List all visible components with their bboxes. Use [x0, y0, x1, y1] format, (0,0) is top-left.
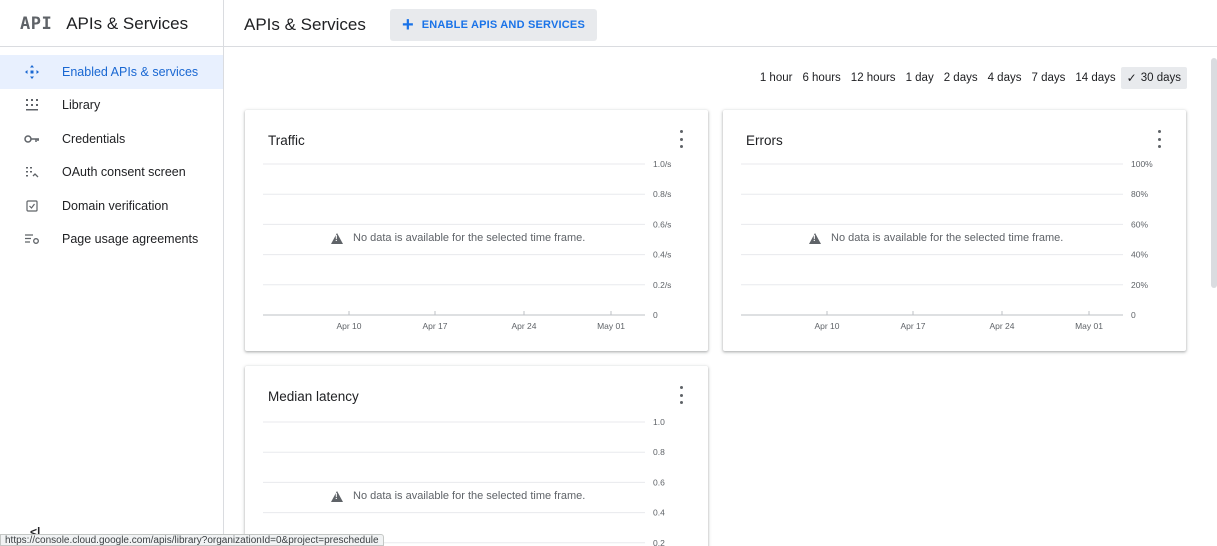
library-icon — [24, 97, 40, 113]
check-icon: ✓ — [1126, 71, 1137, 85]
enable-apis-button[interactable]: + ENABLE APIS AND SERVICES — [390, 9, 597, 41]
y-tick-label: 0 — [1131, 310, 1136, 320]
x-tick-label: May 01 — [1075, 321, 1103, 331]
time-range-30-days[interactable]: ✓ 30 days — [1120, 67, 1187, 89]
x-tick-label: Apr 17 — [900, 321, 925, 331]
time-range-4-days[interactable]: 4 days — [983, 67, 1027, 89]
x-tick-label: Apr 10 — [814, 321, 839, 331]
y-tick-label: 0 — [653, 310, 658, 320]
errors-chart: 100% 80% 60% 40% 20% 0 Apr 10 Apr 17 Apr 24 May 0… — [741, 159, 1153, 331]
key-icon — [24, 131, 40, 147]
sidebar-item-page-usage[interactable]: Page usage agreements — [0, 223, 223, 257]
sidebar-item-library[interactable]: Library — [0, 89, 223, 123]
no-data-message: No data is available for the selected ti… — [809, 232, 1063, 244]
checkbox-icon — [24, 198, 40, 214]
traffic-card: Traffic 1.0/s 0.8/s 0.6/s 0.4/s 0.2/s 0 Apr 10… — [245, 110, 708, 351]
brand: API APIs & Services — [0, 0, 224, 47]
y-tick-label: 80% — [1131, 189, 1148, 199]
errors-card: Errors 100% 80% 60% 40% 20% 0 Apr 10 Apr 17 Apr … — [723, 110, 1186, 351]
sidebar-item-label: Credentials — [62, 131, 126, 146]
status-url-tooltip: https://console.cloud.google.com/apis/li… — [0, 534, 384, 546]
x-tick-label: Apr 17 — [422, 321, 447, 331]
traffic-chart: 1.0/s 0.8/s 0.6/s 0.4/s 0.2/s 0 Apr 10 Apr 17 Ap… — [263, 159, 671, 331]
plus-icon: + — [402, 14, 414, 36]
y-tick-label: 20% — [1131, 280, 1148, 290]
sidebar-item-enabled-apis[interactable]: Enabled APIs & services — [0, 55, 223, 89]
no-data-message: No data is available for the selected ti… — [331, 232, 585, 244]
x-tick-label: Apr 10 — [336, 321, 361, 331]
sidebar: Enabled APIs & services Library Credenti… — [0, 47, 224, 546]
warning-icon — [809, 232, 821, 244]
no-data-message: No data is available for the selected ti… — [331, 490, 585, 502]
time-range-6-hours[interactable]: 6 hours — [797, 67, 845, 89]
time-range-7-days[interactable]: 7 days — [1026, 67, 1070, 89]
no-data-text: No data is available for the selected ti… — [353, 490, 586, 502]
consent-icon — [24, 164, 40, 180]
sidebar-item-label: Domain verification — [62, 198, 169, 213]
page-scrollbar[interactable] — [1211, 58, 1217, 288]
diamond-icon — [24, 64, 40, 80]
y-tick-label: 0.8/s — [653, 189, 671, 199]
warning-icon — [331, 232, 343, 244]
y-tick-label: 0.8 — [653, 447, 665, 457]
time-range-12-hours[interactable]: 12 hours — [846, 67, 901, 89]
app-root: API APIs & Services APIs & Services + EN… — [0, 0, 1217, 546]
time-range-label: 30 days — [1140, 72, 1181, 84]
y-tick-label: 0.2/s — [653, 280, 671, 290]
page-title: APIs & Services — [244, 15, 366, 34]
warning-icon — [331, 490, 343, 502]
time-range-14-days[interactable]: 14 days — [1070, 67, 1120, 89]
y-tick-label: 0.4 — [653, 508, 665, 518]
time-range-2-days[interactable]: 2 days — [939, 67, 983, 89]
y-tick-label: 60% — [1131, 219, 1148, 229]
sidebar-item-label: Page usage agreements — [62, 232, 199, 247]
x-tick-label: Apr 24 — [511, 321, 536, 331]
sidebar-item-credentials[interactable]: Credentials — [0, 122, 223, 156]
latency-chart: 1.0 0.8 0.6 0.4 0.2 — [263, 417, 665, 546]
y-tick-label: 100% — [1131, 159, 1153, 169]
top-bar: API APIs & Services APIs & Services + EN… — [0, 0, 1217, 47]
time-range-1-hour[interactable]: 1 hour — [755, 67, 798, 89]
sidebar-item-oauth[interactable]: OAuth consent screen — [0, 156, 223, 190]
enable-apis-label: ENABLE APIS AND SERVICES — [421, 19, 585, 31]
time-range-selector: 1 hour 6 hours 12 hours 1 day 2 days 4 d… — [755, 67, 1187, 89]
no-data-text: No data is available for the selected ti… — [831, 232, 1064, 244]
median-latency-card: Median latency 1.00.80.60.40.2 No data i… — [245, 366, 708, 546]
brand-title: APIs & Services — [66, 13, 189, 33]
sidebar-item-label: Library — [62, 98, 101, 113]
y-tick-label: 0.6/s — [653, 219, 671, 229]
settings-list-icon — [24, 231, 40, 247]
y-tick-label: 1.0/s — [653, 159, 671, 169]
y-tick-label: 0.2 — [653, 538, 665, 546]
x-tick-label: May 01 — [597, 321, 625, 331]
y-tick-label: 40% — [1131, 250, 1148, 260]
no-data-text: No data is available for the selected ti… — [353, 232, 586, 244]
y-tick-label: 0.6 — [653, 477, 665, 487]
sidebar-item-label: Enabled APIs & services — [62, 64, 199, 79]
sidebar-item-label: OAuth consent screen — [62, 165, 186, 180]
y-tick-label: 1.0 — [653, 417, 665, 427]
api-logo: API — [20, 13, 53, 34]
time-range-1-day[interactable]: 1 day — [901, 67, 939, 89]
sidebar-item-domain[interactable]: Domain verification — [0, 189, 223, 223]
y-tick-label: 0.4/s — [653, 250, 671, 260]
x-tick-label: Apr 24 — [989, 321, 1014, 331]
